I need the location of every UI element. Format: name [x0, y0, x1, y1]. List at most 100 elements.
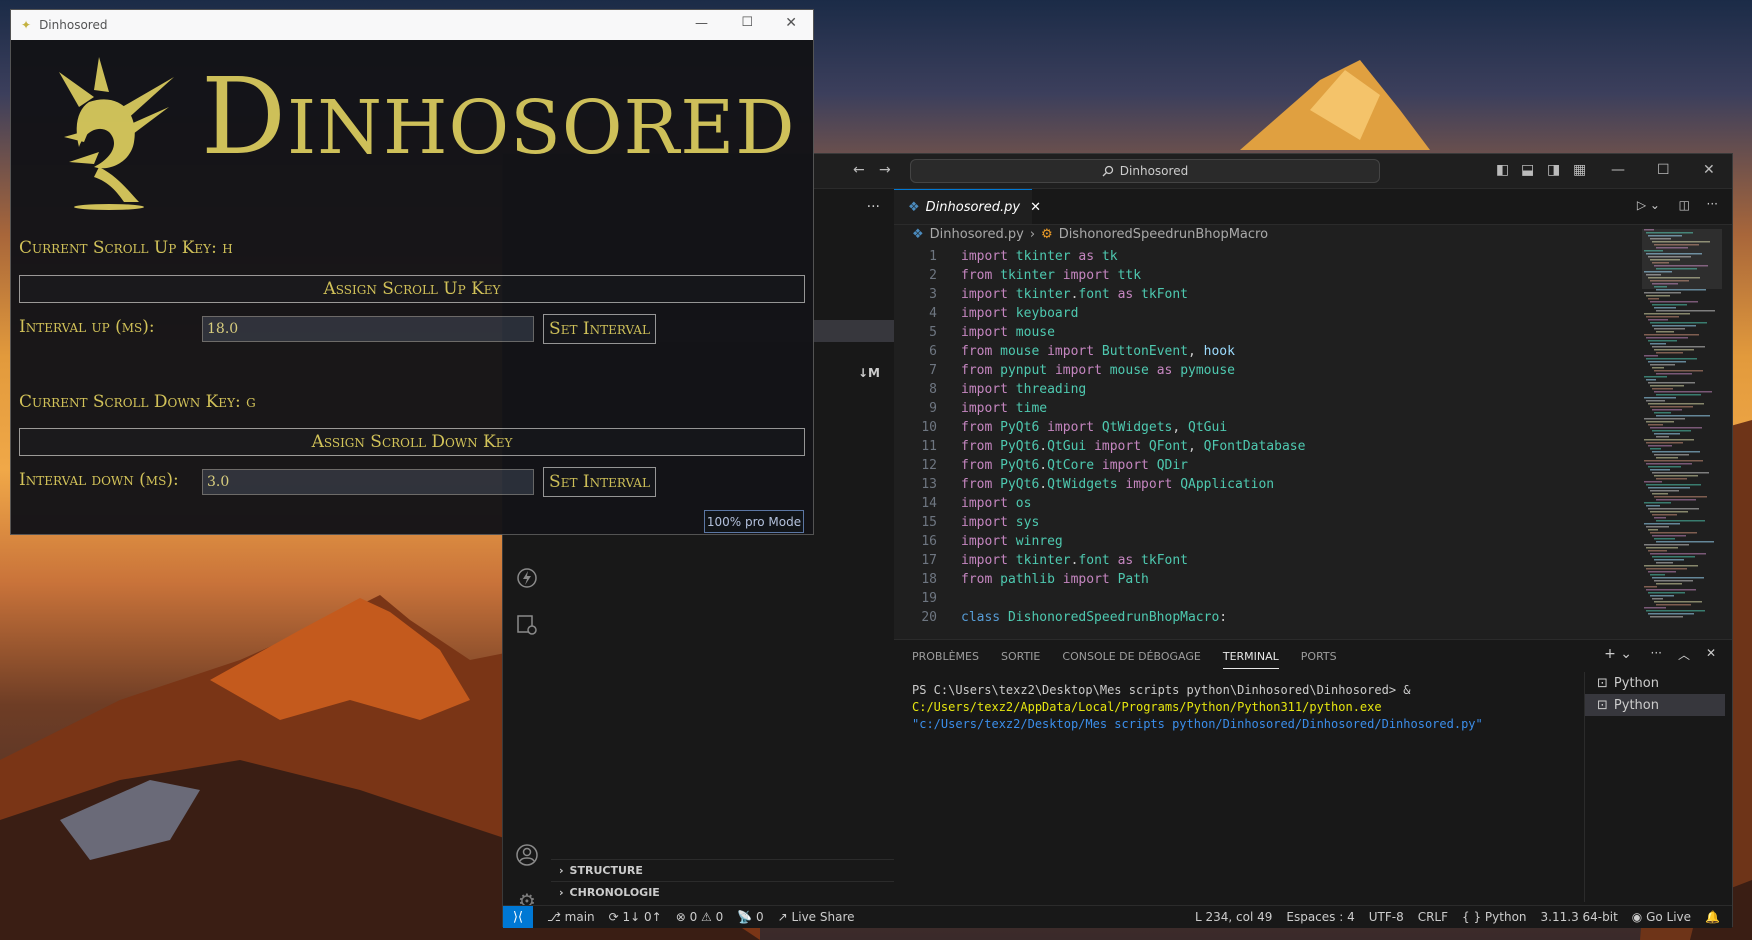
- minimap-line: [1648, 382, 1695, 384]
- terminal-argument: "c:/Users/texz2/Desktop/Mes scripts pyth…: [912, 717, 1483, 731]
- back-arrow-icon[interactable]: ←: [853, 162, 865, 178]
- indentation-status[interactable]: Espaces : 4: [1286, 910, 1354, 924]
- line-number: 20: [921, 610, 937, 625]
- panel-more-icon[interactable]: ···: [1651, 646, 1662, 660]
- minimap-line: [1646, 316, 1679, 318]
- problems-status[interactable]: ⊗ 0 ⚠ 0: [676, 910, 724, 924]
- sync-status[interactable]: ⟳ 1↓ 0↑: [609, 910, 662, 924]
- breadcrumb-file[interactable]: Dinhosored.py: [930, 227, 1024, 242]
- code-line: import tkinter.font as tkFont: [961, 287, 1189, 302]
- terminal-output[interactable]: PS C:\Users\texz2\Desktop\Mes scripts py…: [912, 682, 1572, 733]
- minimap-line: [1654, 391, 1712, 393]
- minimap-line: [1656, 478, 1687, 480]
- minimap-line: [1656, 520, 1705, 522]
- editor-more-icon[interactable]: ···: [1707, 197, 1718, 211]
- code-line: from tkinter import ttk: [961, 268, 1142, 283]
- line-number: 16: [921, 534, 937, 549]
- minimap-line: [1648, 424, 1663, 426]
- close-icon[interactable]: ✕: [1703, 162, 1715, 178]
- minimap-viewport[interactable]: [1642, 229, 1722, 289]
- toggle-secondary-sidebar-icon[interactable]: ◨: [1547, 162, 1560, 178]
- tab-terminal[interactable]: TERMINAL: [1222, 650, 1279, 669]
- split-editor-icon[interactable]: ◫: [1679, 198, 1690, 212]
- assign-scroll-down-button[interactable]: Assign Scroll Down Key: [19, 428, 805, 456]
- code-line: import mouse: [961, 325, 1055, 340]
- minimap-line: [1644, 313, 1690, 315]
- code-line: import tkinter as tk: [961, 249, 1118, 264]
- account-icon[interactable]: [515, 843, 539, 867]
- minimize-icon[interactable]: —: [1611, 162, 1625, 178]
- line-number: 11: [921, 439, 937, 454]
- minimap-line: [1648, 466, 1681, 468]
- minimap-line: [1650, 364, 1675, 366]
- line-number: 12: [921, 458, 937, 473]
- command-center-search[interactable]: Dinhosored: [910, 159, 1380, 183]
- language-mode[interactable]: { } Python: [1462, 910, 1527, 924]
- minimap-line: [1644, 565, 1698, 567]
- minimap-line: [1652, 388, 1673, 390]
- toggle-panel-icon[interactable]: ⬓: [1521, 162, 1534, 178]
- forward-arrow-icon[interactable]: →: [879, 162, 891, 178]
- minimap-line: [1646, 610, 1705, 612]
- cursor-position[interactable]: L 234, col 49: [1195, 910, 1272, 924]
- breadcrumb-class[interactable]: DishonoredSpeedrunBhopMacro: [1059, 227, 1268, 242]
- terminal-item-active[interactable]: ⊡ Python: [1585, 694, 1725, 716]
- remote-settings-icon[interactable]: [515, 614, 539, 638]
- lightning-icon[interactable]: [515, 567, 539, 591]
- encoding-status[interactable]: UTF-8: [1369, 910, 1404, 924]
- set-interval-down-button[interactable]: Set Interval: [543, 467, 656, 497]
- toggle-sidebar-icon[interactable]: ◧: [1496, 162, 1509, 178]
- line-number: 9: [929, 401, 937, 416]
- close-panel-icon[interactable]: ✕: [1706, 646, 1716, 660]
- minimap-line: [1648, 508, 1699, 510]
- maximize-icon[interactable]: ☐: [741, 15, 753, 30]
- line-number: 3: [929, 287, 937, 302]
- tab-problems[interactable]: PROBLÈMES: [912, 650, 979, 663]
- interpreter-version[interactable]: 3.11.3 64-bit: [1541, 910, 1618, 924]
- minimize-icon[interactable]: —: [695, 16, 708, 31]
- live-share-button[interactable]: ↗ Live Share: [778, 910, 855, 924]
- interval-down-input[interactable]: 3.0: [202, 469, 534, 495]
- customize-layout-icon[interactable]: ▦: [1573, 162, 1586, 178]
- assign-scroll-up-button[interactable]: Assign Scroll Up Key: [19, 275, 805, 303]
- eol-status[interactable]: CRLF: [1418, 910, 1448, 924]
- minimap-line: [1656, 394, 1701, 396]
- terminal-item[interactable]: ⊡ Python: [1585, 672, 1725, 694]
- minimap-line: [1650, 553, 1706, 555]
- app-logo-title: Dinhosored: [201, 55, 796, 178]
- line-number: 17: [921, 553, 937, 568]
- more-actions-icon[interactable]: ···: [867, 199, 880, 215]
- minimap[interactable]: [1642, 229, 1722, 629]
- remote-indicator-icon[interactable]: ⟩⟨: [503, 906, 533, 928]
- set-interval-up-button[interactable]: Set Interval: [543, 314, 656, 344]
- minimap-line: [1650, 343, 1666, 345]
- terminal-list: ⊡ Python ⊡ Python: [1584, 672, 1725, 902]
- ports-status[interactable]: 📡 0: [737, 910, 763, 924]
- minimap-line: [1648, 340, 1677, 342]
- tab-ports[interactable]: PORTS: [1301, 650, 1337, 663]
- section-chronologie[interactable]: › CHRONOLOGIE: [551, 881, 894, 903]
- go-live-button[interactable]: ◉ Go Live: [1632, 910, 1691, 924]
- current-scroll-down-label: Current Scroll Down Key: g: [19, 392, 256, 412]
- interval-up-input[interactable]: 18.0: [202, 316, 534, 342]
- minimap-line: [1648, 361, 1686, 363]
- run-icon[interactable]: ▷ ⌄: [1637, 198, 1660, 212]
- minimap-line: [1654, 307, 1676, 309]
- maximize-icon[interactable]: ☐: [1657, 162, 1670, 178]
- branch-status[interactable]: ⎇ main: [547, 910, 595, 924]
- minimap-line: [1650, 595, 1674, 597]
- minimap-line: [1644, 376, 1667, 378]
- minimap-line: [1644, 292, 1681, 294]
- tab-dinhosored-py[interactable]: ❖ Dinhosored.py ✕: [894, 189, 1041, 224]
- close-icon[interactable]: ✕: [785, 15, 797, 31]
- pro-mode-button[interactable]: 100% pro Mode: [704, 510, 804, 533]
- minimap-line: [1650, 385, 1684, 387]
- notifications-bell-icon[interactable]: 🔔: [1705, 910, 1720, 924]
- close-tab-icon[interactable]: ✕: [1030, 200, 1041, 215]
- minimap-line: [1646, 421, 1674, 423]
- new-terminal-icon[interactable]: + ⌄: [1604, 646, 1632, 662]
- maximize-panel-icon[interactable]: ︿: [1678, 646, 1690, 663]
- section-structure[interactable]: › STRUCTURE: [551, 859, 894, 881]
- tab-debug-console[interactable]: CONSOLE DE DÉBOGAGE: [1062, 650, 1200, 663]
- tab-output[interactable]: SORTIE: [1001, 650, 1040, 663]
